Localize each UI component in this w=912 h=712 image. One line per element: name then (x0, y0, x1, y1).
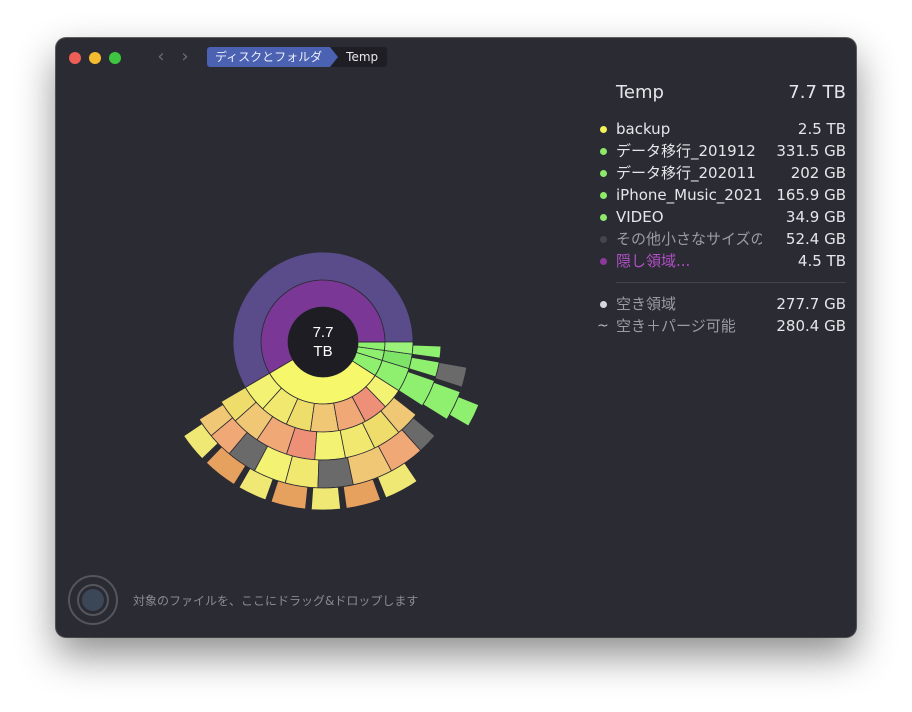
green-dot-icon (600, 214, 607, 221)
green-dot-icon (600, 192, 607, 199)
item-name: iPhone_Music_2021 (616, 186, 762, 204)
item-size: 4.5 TB (797, 252, 846, 270)
list-item-video[interactable]: VIDEO 34.9 GB (600, 206, 846, 228)
item-size: 331.5 GB (776, 142, 846, 160)
gray-dot-icon (600, 236, 607, 243)
center-unit: TB (313, 343, 332, 360)
green-dot-icon (600, 148, 607, 155)
drop-hint: 対象のファイルを、ここにドラッグ&ドロップします (133, 594, 419, 608)
purgeable-value: 280.4 GB (776, 317, 846, 335)
list-item-hidden-space[interactable]: 隠し領域... 4.5 TB (600, 250, 846, 272)
divider (616, 282, 846, 283)
item-name: backup (616, 120, 671, 138)
list-item-migration-202011[interactable]: データ移行_202011 202 GB (600, 162, 846, 184)
panel-title: Temp (616, 82, 664, 103)
sunburst-segment-green-level4-gray[interactable] (434, 362, 468, 388)
free-space-row: 空き領域 277.7 GB (600, 293, 846, 315)
sunburst-segment-backup-level4[interactable] (317, 456, 354, 489)
center-circle[interactable] (288, 307, 358, 377)
sunburst-segment-backup-level5[interactable] (310, 486, 342, 511)
item-name: VIDEO (616, 208, 664, 226)
item-size: 34.9 GB (785, 208, 846, 226)
list-item-migration-201912[interactable]: データ移行_201912 331.5 GB (600, 140, 846, 162)
sunburst-chart: 7.7 TB (183, 251, 480, 511)
details-panel: Temp 7.7 TB backup 2.5 TB データ移行_201912 3… (597, 82, 846, 337)
item-size: 202 GB (790, 164, 846, 182)
item-size: 52.4 GB (785, 230, 846, 248)
app-window: ‹ › ディスクとフォルダ Temp 7.7 TB Temp 7.7 TB ba… (56, 38, 856, 637)
purple-dot-icon (600, 258, 607, 265)
drop-target-icon[interactable] (68, 575, 118, 625)
sunburst-segment-green-child[interactable] (411, 344, 442, 359)
yellow-dot-icon (600, 126, 607, 133)
list-item-small-items[interactable]: その他小さなサイズの 52.4 GB (600, 228, 846, 250)
item-name: その他小さなサイズの (616, 230, 762, 248)
item-name: データ移行_202011 (616, 164, 756, 182)
list-item-backup[interactable]: backup 2.5 TB (600, 118, 846, 140)
white-dot-icon (600, 301, 607, 308)
item-name: 隠し領域... (616, 252, 691, 270)
item-size: 165.9 GB (776, 186, 846, 204)
item-name: データ移行_201912 (616, 142, 756, 160)
center-value: 7.7 (313, 324, 334, 341)
free-space-label: 空き領域 (616, 295, 677, 313)
purgeable-space-row: ~ 空き＋パージ可能 280.4 GB (597, 315, 846, 337)
tilde-icon: ~ (597, 318, 609, 334)
panel-total: 7.7 TB (788, 82, 846, 103)
item-size: 2.5 TB (797, 120, 846, 138)
free-space-value: 277.7 GB (776, 295, 846, 313)
green-dot-icon (600, 170, 607, 177)
purgeable-label: 空き＋パージ可能 (616, 317, 736, 335)
list-item-iphone-music[interactable]: iPhone_Music_2021 165.9 GB (600, 184, 846, 206)
